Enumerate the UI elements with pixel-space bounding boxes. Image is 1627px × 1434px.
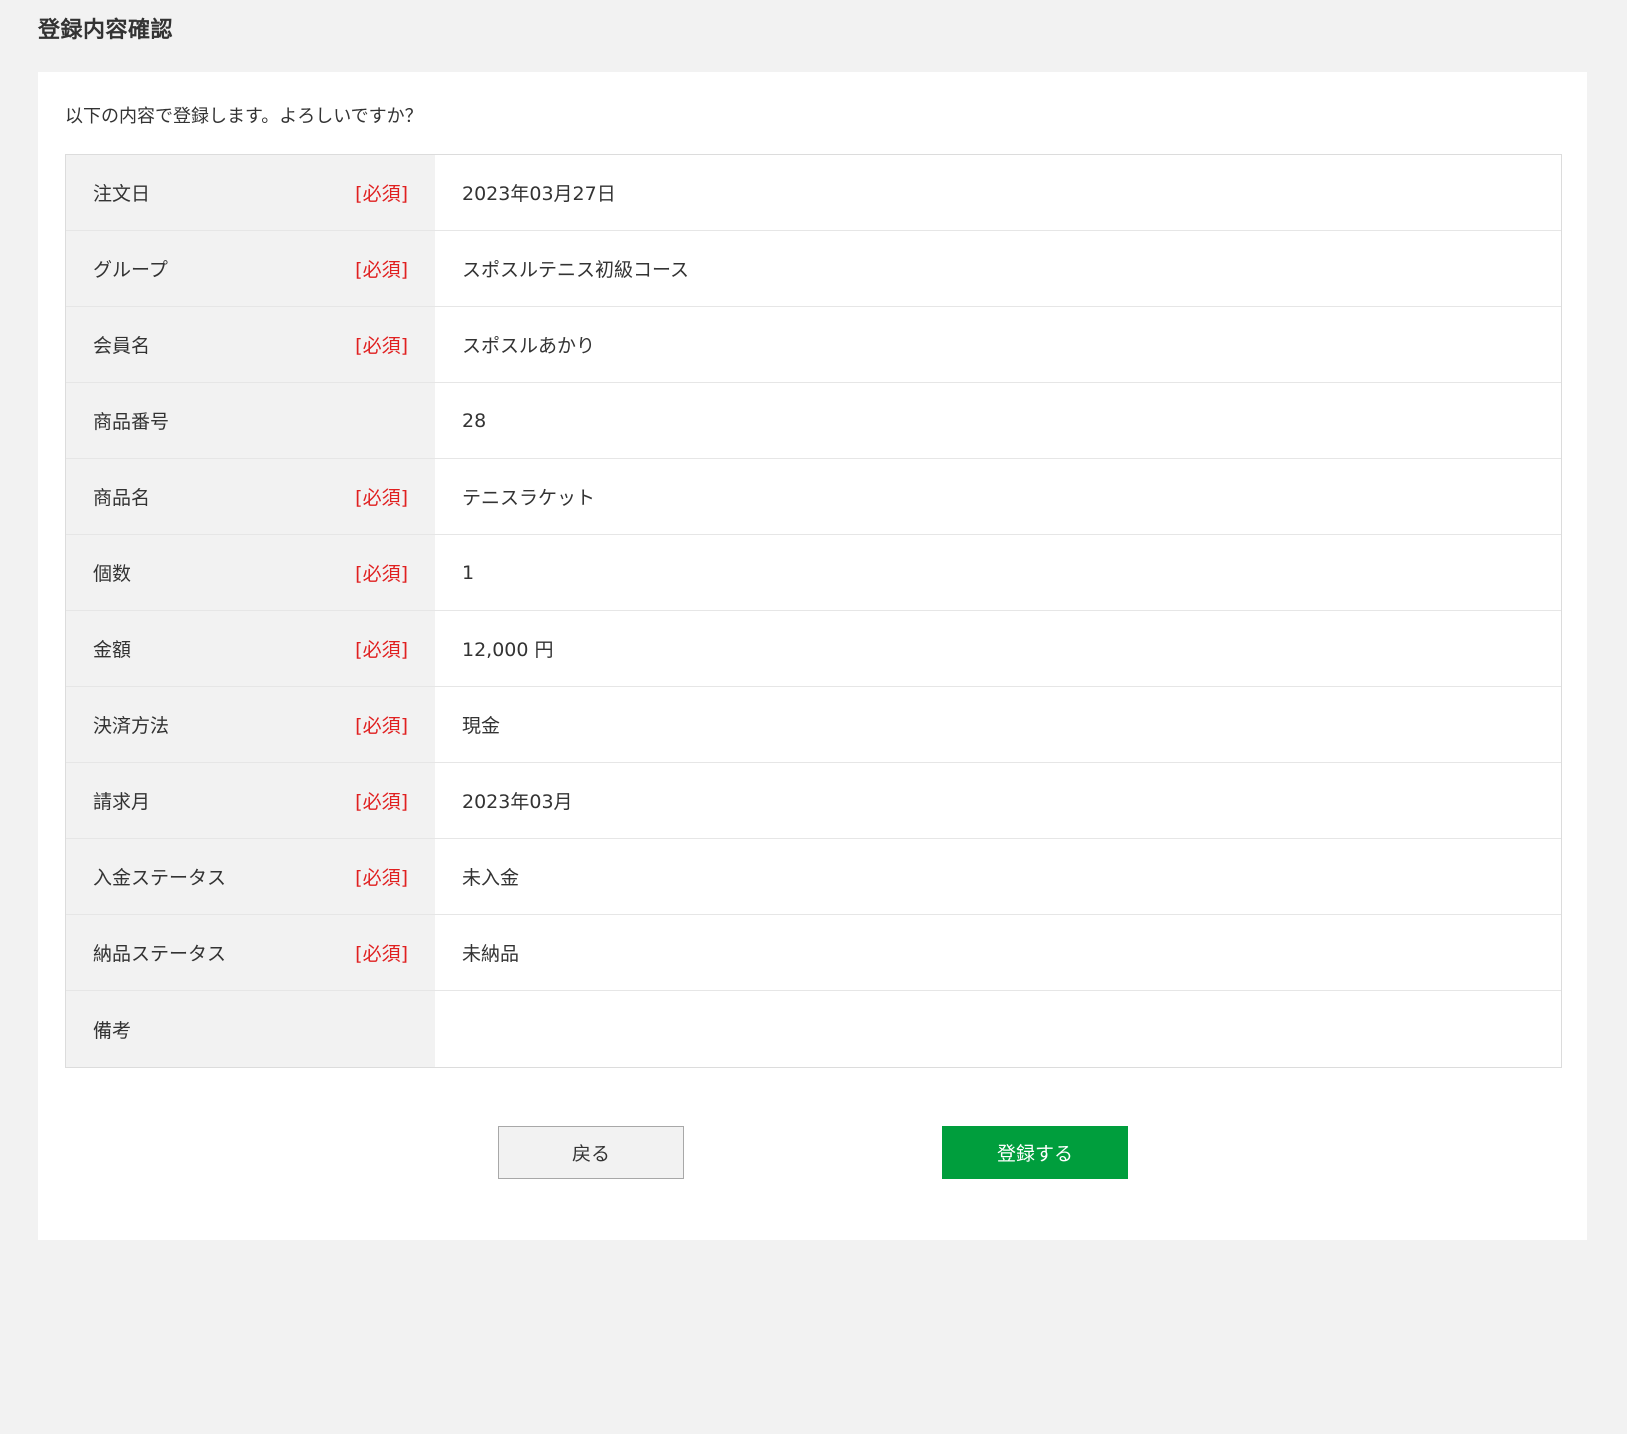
- row-value: 未入金: [462, 867, 520, 889]
- table-row-remarks: 備考: [66, 991, 1561, 1067]
- row-value: 1: [462, 561, 475, 584]
- confirm-panel: 以下の内容で登録します。よろしいですか？ 注文日 [必須] 2023年03月27…: [38, 72, 1587, 1240]
- row-label-cell: 入金ステータス [必須]: [66, 839, 435, 914]
- required-badge: [必須]: [355, 183, 408, 205]
- row-label: 納品ステータス: [93, 943, 227, 965]
- row-value: 2023年03月27日: [462, 183, 616, 205]
- row-value: 12,000 円: [462, 639, 554, 661]
- row-value: 現金: [462, 715, 501, 737]
- row-label: 会員名: [93, 335, 151, 357]
- row-label: 商品番号: [93, 411, 170, 433]
- submit-button[interactable]: 登録する: [942, 1126, 1128, 1179]
- table-row-group: グループ [必須] スポスルテニス初級コース: [66, 231, 1561, 307]
- table-row-payment-status: 入金ステータス [必須] 未入金: [66, 839, 1561, 915]
- required-badge: [必須]: [355, 715, 408, 737]
- table-row-payment-method: 決済方法 [必須] 現金: [66, 687, 1561, 763]
- row-label-cell: 注文日 [必須]: [66, 155, 435, 230]
- row-label-cell: 商品名 [必須]: [66, 459, 435, 534]
- row-value: スポスルあかり: [462, 335, 596, 357]
- table-row-product-name: 商品名 [必須] テニスラケット: [66, 459, 1561, 535]
- table-row-product-number: 商品番号 28: [66, 383, 1561, 459]
- row-label-cell: 請求月 [必須]: [66, 763, 435, 838]
- table-row-member-name: 会員名 [必須] スポスルあかり: [66, 307, 1561, 383]
- row-label: 個数: [93, 563, 132, 585]
- row-value: 未納品: [462, 943, 520, 965]
- row-label-cell: 納品ステータス [必須]: [66, 915, 435, 990]
- required-badge: [必須]: [355, 943, 408, 965]
- required-badge: [必須]: [355, 563, 408, 585]
- row-label-cell: 商品番号: [66, 383, 435, 458]
- intro-text: 以下の内容で登録します。よろしいですか？: [65, 106, 423, 127]
- table-row-billing-month: 請求月 [必須] 2023年03月: [66, 763, 1561, 839]
- table-row-amount: 金額 [必須] 12,000 円: [66, 611, 1561, 687]
- required-badge: [必須]: [355, 867, 408, 889]
- required-badge: [必須]: [355, 639, 408, 661]
- table-row-order-date: 注文日 [必須] 2023年03月27日: [66, 155, 1561, 231]
- required-badge: [必須]: [355, 487, 408, 509]
- back-button[interactable]: 戻る: [498, 1126, 684, 1179]
- required-badge: [必須]: [355, 791, 408, 813]
- row-value: 2023年03月: [462, 791, 573, 813]
- required-badge: [必須]: [355, 259, 408, 281]
- row-label-cell: 個数 [必須]: [66, 535, 435, 610]
- row-label-cell: 会員名 [必須]: [66, 307, 435, 382]
- row-label: グループ: [93, 259, 168, 281]
- row-label: 入金ステータス: [93, 867, 227, 889]
- row-value: テニスラケット: [462, 487, 596, 509]
- row-label-cell: 決済方法 [必須]: [66, 687, 435, 762]
- row-label: 請求月: [93, 791, 151, 813]
- row-label-cell: グループ [必須]: [66, 231, 435, 306]
- row-label: 決済方法: [93, 715, 170, 737]
- row-label: 商品名: [93, 487, 151, 509]
- row-value: 28: [462, 409, 487, 432]
- table-row-delivery-status: 納品ステータス [必須] 未納品: [66, 915, 1561, 991]
- row-value: スポスルテニス初級コース: [462, 259, 690, 281]
- row-label: 備考: [93, 1019, 132, 1042]
- table-row-quantity: 個数 [必須] 1: [66, 535, 1561, 611]
- row-label: 注文日: [93, 183, 151, 205]
- row-value: [435, 991, 1561, 1067]
- confirm-table: 注文日 [必須] 2023年03月27日 グループ [必須] スポスルテニス初級…: [65, 154, 1562, 1068]
- row-label-cell: 金額 [必須]: [66, 611, 435, 686]
- row-label-cell: 備考: [66, 991, 435, 1067]
- page-title: 登録内容確認: [38, 18, 174, 43]
- row-label: 金額: [93, 639, 132, 661]
- required-badge: [必須]: [355, 335, 408, 357]
